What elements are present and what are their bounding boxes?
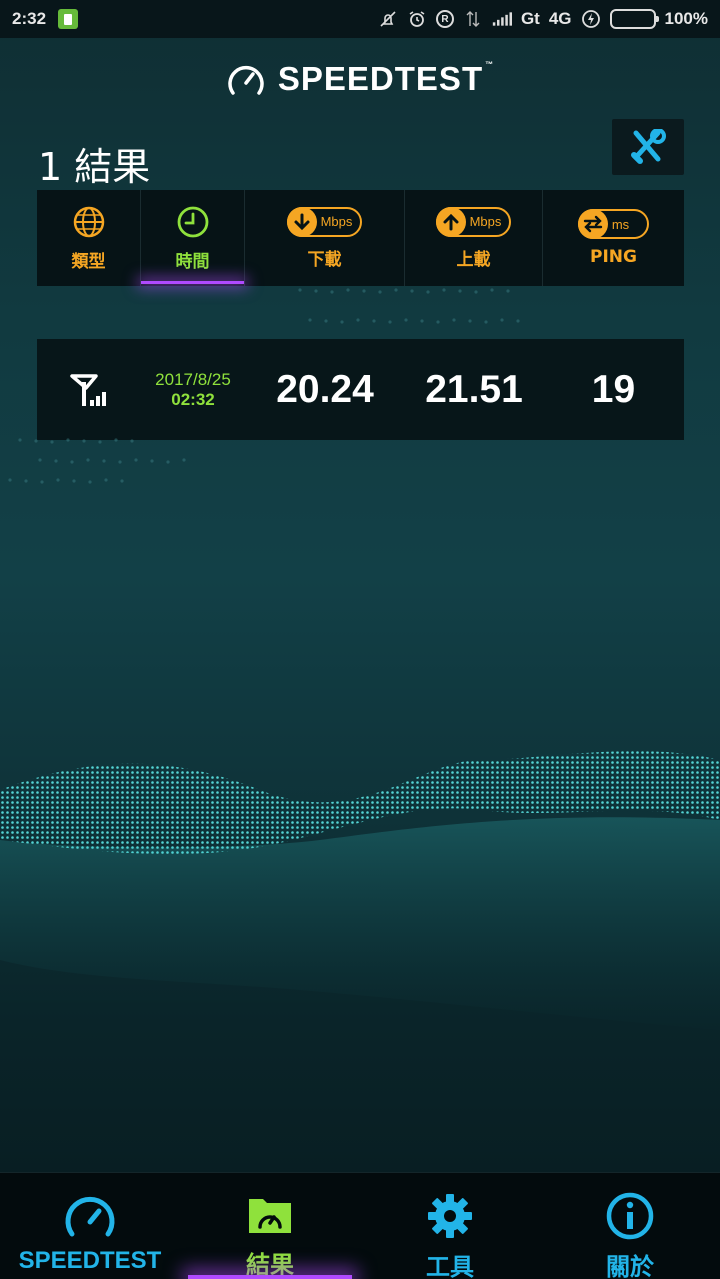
download-arrow-icon <box>294 213 310 230</box>
data-arrows-icon <box>463 9 483 29</box>
upload-unit: Mbps <box>469 214 502 229</box>
nav-speedtest[interactable]: SPEEDTEST <box>0 1173 180 1279</box>
clock-icon <box>177 206 208 237</box>
nav-tools[interactable]: 工具 <box>360 1173 540 1279</box>
background-dots <box>8 288 520 484</box>
charging-icon <box>581 9 601 29</box>
nav-label-results: 結果 <box>246 1252 294 1279</box>
mute-icon <box>378 9 398 29</box>
sort-label-upload: 上載 <box>456 249 491 270</box>
download-unit-pill: Mbps <box>286 206 363 237</box>
sort-label-type: 類型 <box>71 251 106 272</box>
alarm-icon <box>407 9 427 29</box>
battery-percent: 100% <box>664 9 708 28</box>
sort-upload[interactable]: Mbps 上載 <box>405 190 543 286</box>
sort-download[interactable]: Mbps 下載 <box>245 190 405 286</box>
gear-icon <box>428 1194 472 1238</box>
nav-label-about: 關於 <box>606 1254 654 1279</box>
nav-about[interactable]: 關於 <box>540 1173 720 1279</box>
info-icon <box>606 1192 654 1240</box>
logo-text: SPEEDTEST ™ <box>277 60 495 97</box>
wrench-screwdriver-icon <box>631 129 666 164</box>
sort-ping[interactable]: ms PING <box>543 190 684 286</box>
ping-unit: ms <box>611 216 630 232</box>
nav-label-tools: 工具 <box>426 1254 474 1279</box>
sort-header: 類型 時間 Mbps 下載 Mbps 上載 ms PING <box>37 190 684 286</box>
roaming-icon: R <box>435 10 454 28</box>
download-unit: Mbps <box>320 214 353 229</box>
sort-label-ping: PING <box>590 247 637 267</box>
nav-results[interactable]: 結果 <box>180 1173 360 1279</box>
upload-arrow-icon <box>443 213 459 230</box>
speedtest-logo: SPEEDTEST ™ <box>0 60 720 98</box>
tools-button[interactable] <box>612 119 684 175</box>
carrier-label: Gt <box>520 9 540 28</box>
ping-arrows-icon <box>583 215 603 233</box>
status-time: 2:32 <box>12 9 47 28</box>
battery-icon <box>609 9 659 29</box>
sort-label-download: 下載 <box>307 249 342 270</box>
upload-unit-pill: Mbps <box>435 206 512 237</box>
results-count: 1 結果 <box>38 145 151 189</box>
status-icons: R Gt 4G 100% <box>378 9 708 29</box>
ping-unit-pill: ms <box>577 209 650 239</box>
network-type-label: 4G <box>548 9 572 28</box>
bottom-navigation: SPEEDTEST 結果 工具 關於 <box>0 1172 720 1279</box>
sort-time[interactable]: 時間 <box>141 190 245 286</box>
globe-icon <box>73 206 104 237</box>
nav-label-speedtest: SPEEDTEST <box>18 1247 162 1274</box>
sim-notification-icon <box>58 9 79 29</box>
sort-type[interactable]: 類型 <box>37 190 141 286</box>
background-wave <box>0 751 720 1030</box>
speedometer-icon <box>65 1196 115 1237</box>
status-bar: 2:32 R Gt 4G 100% <box>0 0 720 38</box>
signal-strength-icon <box>492 9 512 29</box>
sort-label-time: 時間 <box>175 251 210 272</box>
results-folder-icon <box>249 1199 291 1233</box>
speedometer-logo-icon <box>228 65 264 95</box>
